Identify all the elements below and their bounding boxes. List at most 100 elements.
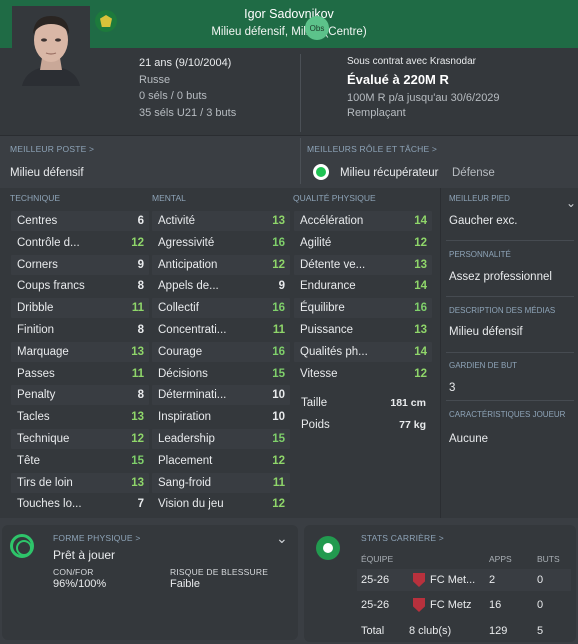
attribute-row[interactable]: Accélération 14: [294, 211, 432, 231]
total-clubs: 8 club(s): [409, 625, 452, 637]
chevron-down-icon[interactable]: ⌄: [566, 196, 576, 210]
attribute-value: 9: [137, 258, 144, 271]
injury-risk-label: RISQUE DE BLESSURE: [170, 567, 269, 577]
divider: [446, 296, 574, 297]
attribute-name: Penalty: [17, 389, 56, 402]
attribute-row[interactable]: Technique 12: [11, 429, 149, 449]
attribute-row[interactable]: Leadership 15: [152, 429, 290, 449]
goals-cell: 0: [537, 599, 544, 611]
total-apps: 129: [489, 625, 508, 637]
divider: [446, 240, 574, 241]
attribute-row[interactable]: Dribble 11: [11, 298, 149, 319]
total-label: Total: [361, 625, 385, 637]
attribute-row[interactable]: Décisions 15: [152, 364, 290, 384]
attribute-row[interactable]: Finition 8: [11, 320, 149, 340]
media-description-value: Milieu défensif: [449, 326, 523, 338]
attribute-row[interactable]: Agilité 12: [294, 233, 432, 253]
attribute-value: 12: [131, 433, 144, 445]
attribute-row[interactable]: Corners 9: [11, 254, 149, 275]
attribute-value: 14: [414, 345, 427, 358]
attribute-row[interactable]: Sang-froid 11: [152, 472, 290, 493]
player-traits-value: Aucune: [449, 433, 489, 445]
attribute-row[interactable]: Équilibre 16: [294, 298, 432, 319]
condition-value: 96%/100%: [53, 578, 107, 590]
career-stats-label[interactable]: STATS CARRIÈRE >: [361, 533, 444, 543]
attribute-row[interactable]: Tirs de loin 13: [11, 472, 149, 493]
attribute-row[interactable]: Détente ve... 13: [294, 254, 432, 275]
player-u21-caps: 35 séls U21 / 3 buts: [139, 107, 237, 119]
attribute-row[interactable]: Collectif 16: [152, 298, 290, 319]
attribute-row[interactable]: Inspiration 10: [152, 407, 290, 427]
attribute-row[interactable]: Coups francs 8: [11, 276, 149, 296]
attribute-row[interactable]: Passes 11: [11, 364, 149, 384]
preferred-foot-label: MEILLEUR PIED: [449, 194, 510, 203]
attribute-value: 12: [414, 236, 427, 249]
nationality-flag-icon: [95, 10, 117, 32]
best-position-label[interactable]: MEILLEUR POSTE >: [10, 144, 94, 154]
attribute-value: 8: [137, 280, 144, 293]
attribute-row[interactable]: Touches lo... 7: [11, 494, 149, 514]
divider: [300, 54, 301, 132]
attribute-row[interactable]: Agressivité 16: [152, 233, 290, 253]
attribute-value: 13: [131, 345, 144, 358]
attribute-value: 15: [131, 454, 144, 467]
attribute-row[interactable]: Qualités ph... 14: [294, 341, 432, 362]
attribute-row[interactable]: Tacles 13: [11, 407, 149, 427]
attribute-name: Centres: [17, 215, 58, 227]
technique-header: TECHNIQUE: [10, 193, 61, 203]
media-description-label: DESCRIPTION DES MÉDIAS: [449, 306, 556, 315]
attribute-row[interactable]: Contrôle d... 12: [11, 233, 149, 253]
fitness-value: Prêt à jouer: [53, 548, 116, 562]
attribute-name: Tirs de loin: [17, 476, 73, 489]
attribute-value: 11: [131, 367, 144, 380]
attribute-name: Tête: [17, 454, 41, 467]
attribute-row[interactable]: Anticipation 12: [152, 254, 290, 275]
attribute-row[interactable]: Déterminati... 10: [152, 385, 290, 406]
chevron-down-icon[interactable]: ⌄: [276, 530, 288, 547]
attribute-row[interactable]: Marquage 13: [11, 341, 149, 362]
attribute-value: 10: [272, 411, 285, 424]
personality-value: Assez professionnel: [449, 271, 552, 283]
attribute-value: 12: [272, 454, 285, 467]
weight-label: Poids: [301, 419, 330, 431]
player-caps: 0 séls / 0 buts: [139, 90, 207, 102]
attribute-row[interactable]: Appels de... 9: [152, 276, 290, 296]
attribute-row[interactable]: Tête 15: [11, 451, 149, 471]
scout-obs-badge[interactable]: Obs: [305, 16, 329, 40]
apps-cell: 2: [489, 574, 496, 586]
attribute-row[interactable]: Courage 16: [152, 341, 290, 362]
fitness-label[interactable]: FORME PHYSIQUE >: [53, 533, 141, 543]
apps-cell: 16: [489, 599, 502, 611]
attribute-row[interactable]: Puissance 13: [294, 320, 432, 340]
attribute-row[interactable]: Vitesse 12: [294, 364, 432, 384]
attribute-row[interactable]: Placement 12: [152, 451, 290, 471]
attribute-value: 14: [414, 280, 427, 293]
attribute-value: 6: [137, 215, 144, 227]
attribute-row[interactable]: Concentrati... 11: [152, 320, 290, 340]
attribute-value: 8: [137, 324, 144, 336]
attribute-row[interactable]: Activité 13: [152, 211, 290, 231]
attribute-name: Finition: [17, 324, 55, 336]
attribute-value: 12: [272, 258, 285, 271]
attribute-name: Déterminati...: [158, 389, 227, 402]
fitness-ring-icon: [10, 534, 34, 558]
attribute-row[interactable]: Centres 6: [11, 211, 149, 231]
attribute-row[interactable]: Endurance 14: [294, 276, 432, 296]
physique-header: QUALITÉ PHYSIQUE: [293, 193, 376, 203]
season-cell: 25-26: [361, 574, 390, 586]
attribute-name: Dribble: [17, 302, 54, 315]
attribute-name: Leadership: [158, 433, 215, 445]
attribute-row[interactable]: Penalty 8: [11, 385, 149, 406]
attribute-row[interactable]: Vision du jeu 12: [152, 494, 290, 514]
attribute-name: Technique: [17, 433, 70, 445]
attribute-name: Coups francs: [17, 280, 85, 293]
attribute-name: Sang-froid: [158, 476, 212, 489]
col-goals-header: BUTS: [537, 554, 560, 564]
attribute-name: Tacles: [17, 411, 50, 424]
attribute-name: Vitesse: [300, 367, 338, 380]
attribute-value: 13: [131, 476, 144, 489]
attribute-value: 16: [272, 236, 285, 249]
best-role-label[interactable]: MEILLEURS RÔLE ET TÂCHE >: [307, 144, 437, 154]
player-age: 21 ans (9/10/2004): [139, 57, 232, 69]
attribute-name: Courage: [158, 345, 203, 358]
